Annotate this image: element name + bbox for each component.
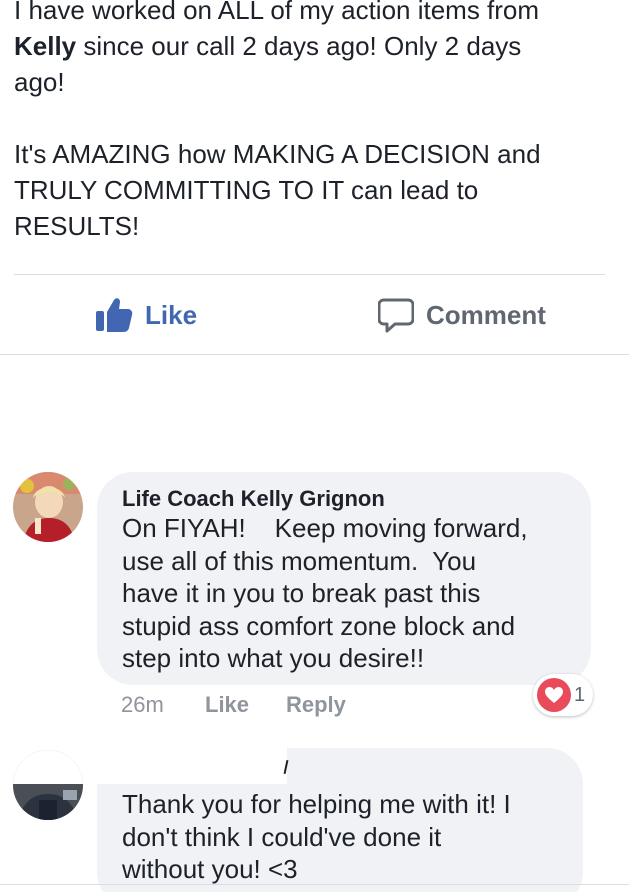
post-body: I have worked on ALL of my action items … bbox=[14, 0, 614, 244]
post-line: TRULY COMMITTING TO IT can lead to bbox=[14, 175, 479, 205]
comment-like-link[interactable]: Like bbox=[205, 692, 249, 718]
comment-label: Comment bbox=[426, 299, 546, 330]
heart-icon bbox=[537, 678, 571, 712]
post-line: ago! bbox=[14, 67, 65, 97]
comment-text: On FIYAH! Keep moving forward, use all o… bbox=[122, 512, 582, 675]
comment-line: without you! <3 bbox=[122, 854, 298, 884]
divider bbox=[0, 354, 629, 355]
speech-bubble-icon bbox=[378, 297, 414, 333]
comment-reply-link[interactable]: Reply bbox=[286, 692, 346, 718]
post-line: RESULTS! bbox=[14, 211, 140, 241]
post-line: I have worked on ALL of my action items … bbox=[14, 0, 540, 25]
comment-bubble: Life Coach Kelly Grignon On FIYAH! Keep … bbox=[97, 472, 591, 685]
post-action-bar: Like Comment bbox=[0, 276, 629, 354]
comment-author[interactable]: Life Coach Kelly Grignon bbox=[122, 486, 385, 512]
comment-line: step into what you desire!! bbox=[122, 643, 425, 673]
comment-line: On FIYAH! Keep moving forward, bbox=[122, 513, 528, 543]
post-paragraph-1: I have worked on ALL of my action items … bbox=[14, 0, 614, 100]
post-view: I have worked on ALL of my action items … bbox=[0, 0, 629, 892]
divider bbox=[14, 274, 605, 275]
comment-timestamp: 26m bbox=[121, 692, 164, 717]
post-line: It's AMAZING how MAKING A DECISION and bbox=[14, 139, 541, 169]
comment-line: Thank you for helping me with it! I bbox=[122, 789, 511, 819]
thumbs-up-icon bbox=[95, 297, 133, 333]
redacted-author-name bbox=[97, 748, 287, 784]
like-label: Like bbox=[145, 299, 198, 330]
comment-button[interactable]: Comment bbox=[378, 276, 546, 354]
reaction-count: 1 bbox=[574, 683, 586, 706]
comment-line: don't think I could've done it bbox=[122, 821, 442, 852]
comment-line: stupid ass comfort zone block and bbox=[122, 610, 516, 641]
like-button[interactable]: Like bbox=[95, 276, 197, 354]
comment-text: Thank you for helping me with it! I don'… bbox=[122, 788, 582, 886]
post-paragraph-2: It's AMAZING how MAKING A DECISION and T… bbox=[14, 136, 614, 244]
post-line: since our call 2 days ago! Only 2 days bbox=[76, 31, 522, 61]
mention-kelly[interactable]: Kelly bbox=[14, 31, 76, 61]
avatar[interactable] bbox=[13, 750, 83, 820]
comment-line: use all of this momentum. You bbox=[122, 545, 477, 576]
comment-line: have it in you to break past this bbox=[122, 578, 481, 608]
divider bbox=[0, 884, 629, 885]
avatar[interactable] bbox=[13, 472, 83, 542]
reaction-summary[interactable]: 1 bbox=[533, 674, 593, 716]
